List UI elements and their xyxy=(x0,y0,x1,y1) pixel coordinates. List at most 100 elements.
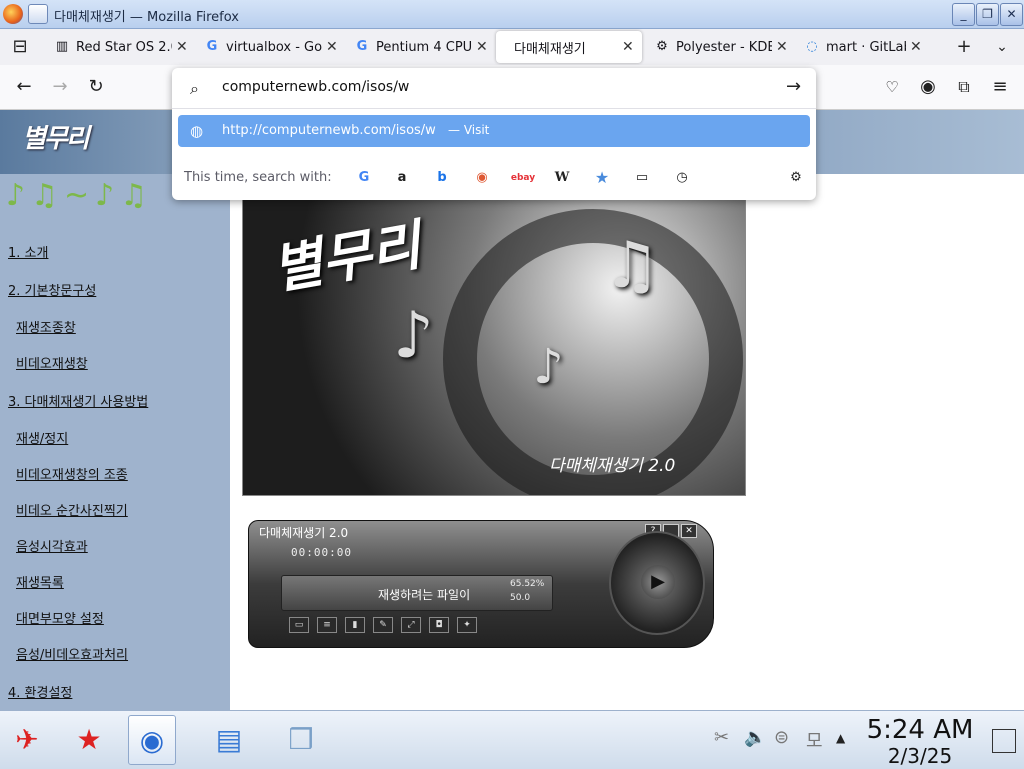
tab-pentium[interactable]: G Pentium 4 CPU ✕ xyxy=(344,31,488,63)
bookmarks-icon[interactable]: ★ xyxy=(592,168,612,188)
player-time: 00:00:00 xyxy=(291,546,352,559)
player-poster-image: 별무리 ♪ ♫ ♪ 다매체재생기 2.0 xyxy=(242,198,746,496)
music-note-graphic: ♪ xyxy=(393,299,434,373)
account-icon[interactable]: ◉ xyxy=(916,75,940,99)
close-tab-icon[interactable]: ✕ xyxy=(910,39,922,55)
pocket-icon[interactable]: ♡ xyxy=(880,75,904,99)
banner-logo: 별무리 xyxy=(22,124,90,154)
tabs-icon[interactable]: ▭ xyxy=(632,168,652,188)
sidebar-item-playlist[interactable]: 재생목록 xyxy=(16,572,64,591)
close-window-button[interactable]: ✕ xyxy=(1000,3,1023,26)
menu-icon[interactable]: ≡ xyxy=(988,75,1012,99)
tab-label: virtualbox - Go xyxy=(226,39,322,55)
sidebar-item-audio-visual[interactable]: 음성시각효과 xyxy=(16,536,88,555)
sidebar-item-video-control[interactable]: 비데오재생창의 조종 xyxy=(16,464,128,483)
url-suggestion[interactable]: ◍ http://computernewb.com/isos/w — Visit xyxy=(178,115,810,147)
player-volume: 65.52% xyxy=(510,579,545,589)
back-icon[interactable]: ← xyxy=(12,75,36,99)
wikipedia-search-icon[interactable]: W xyxy=(552,168,572,188)
sidebar-item-basic-window[interactable]: 2. 기본창문구성 xyxy=(8,280,96,299)
player-title: 다매체재생기 2.0 xyxy=(259,526,349,540)
duckduckgo-search-icon[interactable]: ◉ xyxy=(472,168,492,188)
extensions-icon[interactable]: ⧉ xyxy=(952,75,976,99)
suggestion-action: — Visit xyxy=(448,123,490,137)
file-manager-icon[interactable]: ▤ xyxy=(206,715,252,763)
window-menu-button[interactable] xyxy=(28,4,48,24)
ebay-search-icon[interactable]: ebay xyxy=(508,168,538,188)
close-tab-icon[interactable]: ✕ xyxy=(776,39,788,55)
sidebar-item-effects[interactable]: 음성/비데오효과처리 xyxy=(16,644,128,663)
google-search-icon[interactable]: G xyxy=(354,168,374,188)
volume-icon[interactable]: 🔈 xyxy=(744,727,766,748)
sidebar-item-intro[interactable]: 1. 소개 xyxy=(8,242,48,261)
tab-label: Pentium 4 CPU xyxy=(376,39,472,55)
sidebar-item-play-stop[interactable]: 재생/정지 xyxy=(16,428,68,447)
close-tab-icon[interactable]: ✕ xyxy=(622,39,634,55)
clock-time: 5:24 AM xyxy=(866,715,974,745)
tab-label: mart · GitLab xyxy=(826,39,906,55)
sidebar-item-skin[interactable]: 대면부모양 설정 xyxy=(16,608,104,627)
tab-bar: ⊟ ▥ Red Star OS 2.0 ✕ G virtualbox - Go … xyxy=(0,29,1024,65)
window-title: 다매체재생기 — Mozilla Firefox xyxy=(54,10,239,25)
tab-overview-icon[interactable]: ⊟ xyxy=(8,35,32,59)
tab-multimedia-player[interactable]: 다매체재생기 ✕ xyxy=(496,31,642,63)
suggestion-url: http://computernewb.com/isos/w xyxy=(222,123,436,138)
scissors-icon[interactable]: ✂ xyxy=(714,727,729,748)
playlist-icon: ≡ xyxy=(317,617,337,633)
sidebar-item-video-window[interactable]: 비데오재생창 xyxy=(16,353,88,372)
new-tab-icon[interactable]: + xyxy=(952,35,976,59)
poster-title: 다매체재생기 2.0 xyxy=(549,456,676,476)
amazon-search-icon[interactable]: a xyxy=(392,168,412,188)
tray-expand-icon[interactable]: ▲ xyxy=(836,731,845,745)
clock[interactable]: 5:24 AM 2/3/25 xyxy=(864,715,976,767)
firefox-taskbar-icon[interactable]: ◉ xyxy=(128,715,176,765)
clock-date: 2/3/25 xyxy=(887,744,953,768)
taskbar: ✈ ★ ◉ ▤ ❒ ✂ 🔈 ⊜ 모 ▲ 5:24 AM 2/3/25 xyxy=(0,710,1024,769)
google-icon: G xyxy=(206,39,218,54)
tab-gitlab[interactable]: ◌ mart · GitLab ✕ xyxy=(794,31,922,63)
close-tab-icon[interactable]: ✕ xyxy=(176,39,188,55)
player-message: 재생하려는 파일이 xyxy=(378,588,471,602)
search-with-label: This time, search with: xyxy=(184,170,332,185)
url-input[interactable]: computernewb.com/isos/w xyxy=(222,79,409,95)
player-display: 재생하려는 파일이 65.52% 50.0 xyxy=(281,575,553,611)
close-tab-icon[interactable]: ✕ xyxy=(326,39,338,55)
tab-polyester[interactable]: ⚙ Polyester - KDE ✕ xyxy=(644,31,788,63)
firefox-icon xyxy=(3,4,23,24)
bing-search-icon[interactable]: b xyxy=(432,168,452,188)
tab-label: Polyester - KDE xyxy=(676,39,772,55)
tab-virtualbox[interactable]: G virtualbox - Go ✕ xyxy=(194,31,338,63)
sidebar-item-settings[interactable]: 4. 환경설정 xyxy=(8,682,72,701)
reload-icon[interactable]: ↻ xyxy=(84,75,108,99)
sidebar-item-usage[interactable]: 3. 다매체재생기 사용방법 xyxy=(8,391,148,410)
network-icon[interactable]: ⊜ xyxy=(774,727,789,748)
maximize-button[interactable]: ❐ xyxy=(976,3,999,26)
fullscreen-icon: ⤢ xyxy=(401,617,421,633)
globe-icon: ◍ xyxy=(190,122,204,140)
window-titlebar: 다매체재생기 — Mozilla Firefox _ ❐ ✕ xyxy=(0,0,1024,29)
page-icon: ▥ xyxy=(55,39,69,54)
close-tab-icon[interactable]: ✕ xyxy=(476,39,488,55)
play-icon: ▶ xyxy=(641,565,675,599)
forward-icon[interactable]: → xyxy=(48,75,72,99)
minimize-button[interactable]: _ xyxy=(952,3,975,26)
search-settings-icon[interactable]: ⚙ xyxy=(786,168,806,188)
tab-label: Red Star OS 2.0 xyxy=(76,39,172,55)
snapshot-icon: ◘ xyxy=(429,617,449,633)
go-arrow-icon[interactable]: → xyxy=(786,76,801,97)
player-control-knob: ▶ xyxy=(609,531,705,635)
keyboard-layout-icon[interactable]: 모 xyxy=(806,727,823,753)
virtualbox-icon[interactable]: ❒ xyxy=(278,715,324,763)
list-tabs-icon[interactable]: ⌄ xyxy=(990,35,1014,59)
sidebar-item-snapshot[interactable]: 비데오 순간사진찍기 xyxy=(16,500,128,519)
page-icon xyxy=(506,39,508,55)
tab-red-star[interactable]: ▥ Red Star OS 2.0 ✕ xyxy=(44,31,188,63)
effects-icon: ✦ xyxy=(457,617,477,633)
loading-icon: ◌ xyxy=(806,39,818,54)
red-star-menu-icon[interactable]: ✈ xyxy=(4,715,50,763)
star-app-icon[interactable]: ★ xyxy=(66,715,112,763)
history-icon[interactable]: ◷ xyxy=(672,168,692,188)
sidebar-item-control-window[interactable]: 재생조종창 xyxy=(16,317,76,336)
url-input-row[interactable]: ⌕ computernewb.com/isos/w → xyxy=(172,68,816,109)
show-desktop-icon[interactable] xyxy=(992,729,1016,753)
